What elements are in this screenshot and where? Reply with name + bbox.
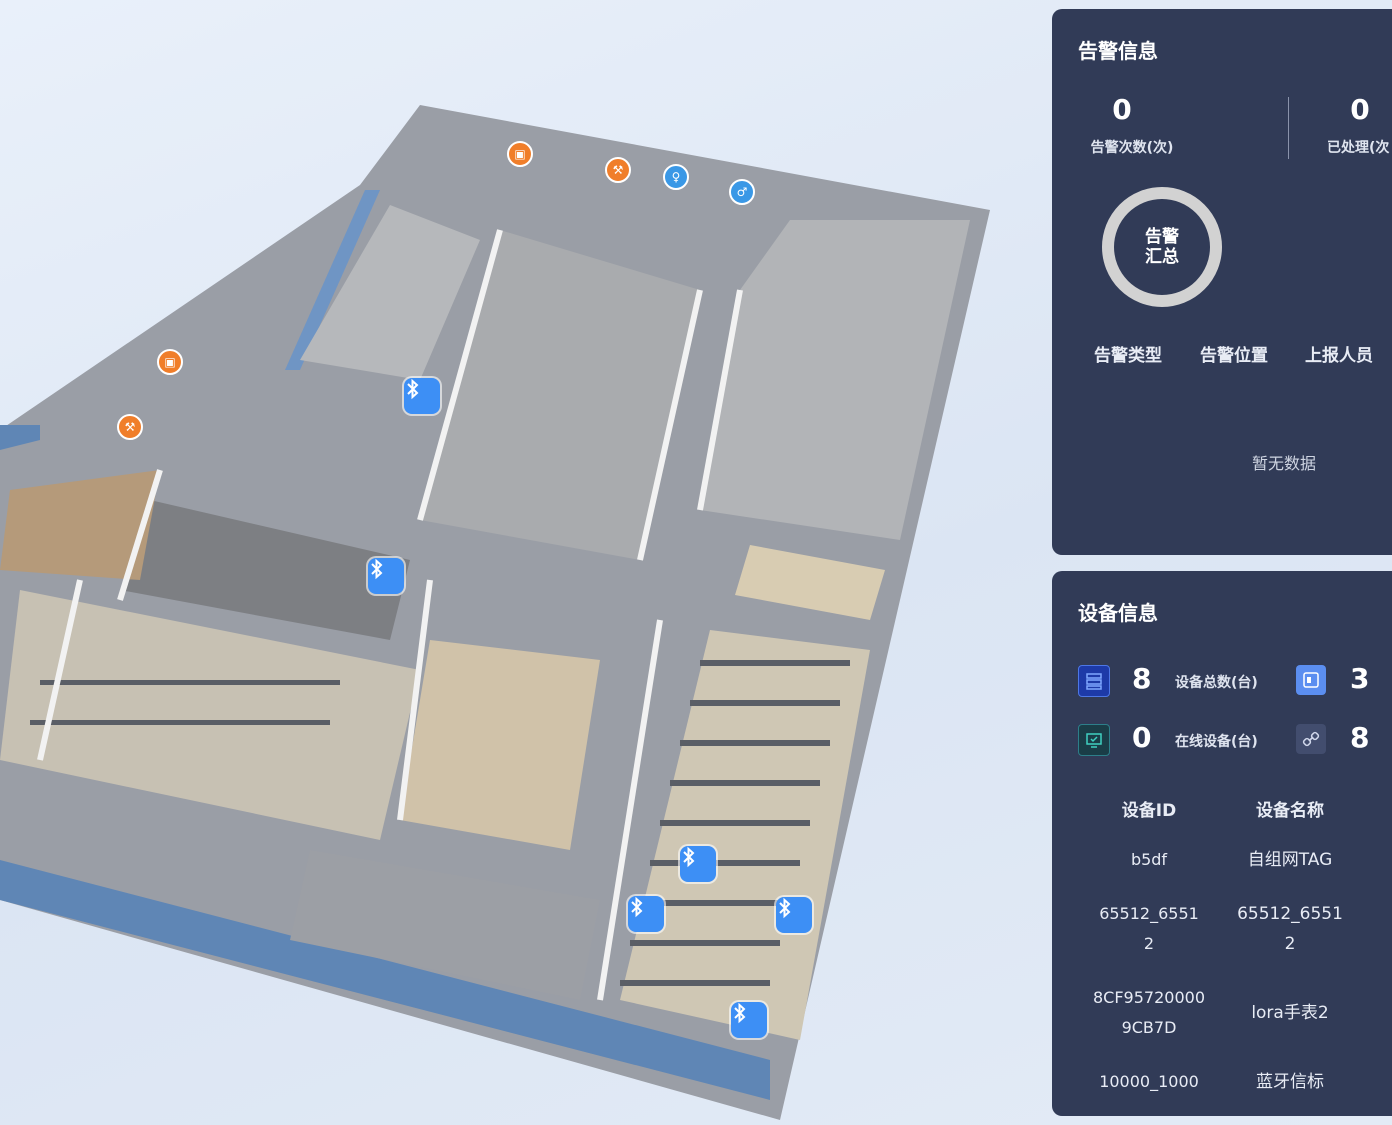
- total-devices-label: 设备总数(台): [1175, 675, 1258, 691]
- monitor-icon: [1078, 724, 1110, 756]
- bluetooth-beacon-marker[interactable]: [731, 1002, 767, 1038]
- table-header-device-id: 设备ID: [1121, 801, 1177, 821]
- bluetooth-icon: [683, 846, 695, 868]
- alarm-count-value: 0: [1112, 93, 1132, 126]
- bluetooth-icon: [779, 897, 791, 919]
- total-devices-value: 8: [1132, 662, 1152, 695]
- linked-devices-value: 8: [1350, 721, 1370, 754]
- handled-count-value: 0: [1350, 93, 1370, 126]
- device-name-cell: 65512_65512: [1237, 904, 1343, 954]
- alarm-info-panel: 告警信息 0 告警次数(次) 0 已处理(次 告警汇总 告警类型 告警位置 上报…: [1052, 9, 1392, 555]
- bluetooth-beacon-marker[interactable]: [628, 896, 664, 932]
- alarm-panel-title: 告警信息: [1078, 39, 1158, 63]
- table-header-device-name: 设备名称: [1256, 801, 1324, 821]
- donut-center-label: 告警汇总: [1145, 227, 1179, 267]
- device-type-count-value: 3: [1350, 662, 1370, 695]
- device-id-cell: 10000_1000: [1099, 1072, 1199, 1091]
- alarm-summary-donut: 告警汇总: [1102, 187, 1222, 307]
- column-reporter: 上报人员: [1305, 346, 1373, 366]
- online-devices-label: 在线设备(台): [1175, 734, 1258, 750]
- elevator-icon[interactable]: ▣: [157, 349, 183, 375]
- bluetooth-beacon-marker[interactable]: [680, 846, 716, 882]
- bluetooth-beacon-marker[interactable]: [404, 378, 440, 414]
- alarm-count-label: 告警次数(次): [1090, 140, 1174, 156]
- bluetooth-icon: [407, 378, 419, 400]
- empty-state-text: 暂无数据: [1252, 454, 1317, 473]
- bluetooth-icon: [734, 1002, 746, 1024]
- stats-divider: [1288, 97, 1289, 159]
- link-icon: [1296, 724, 1326, 754]
- device-card-icon: [1296, 665, 1326, 695]
- device-id-cell: 8CF957200009CB7D: [1093, 988, 1205, 1037]
- restroom-female-icon[interactable]: ♀: [663, 164, 689, 190]
- office-rooms-center: [400, 640, 600, 850]
- bluetooth-icon: [631, 896, 643, 918]
- server-icon: [1078, 665, 1110, 697]
- device-id-cell: 65512_65512: [1099, 904, 1199, 953]
- elevator-icon[interactable]: ▣: [507, 141, 533, 167]
- building-floorplan: [0, 105, 990, 1120]
- device-name-cell: 自组网TAG: [1247, 850, 1333, 870]
- bluetooth-beacon-marker[interactable]: [368, 558, 404, 594]
- handled-count-label: 已处理(次: [1327, 140, 1390, 156]
- stairs-icon[interactable]: ⚒: [605, 157, 631, 183]
- device-name-cell: 蓝牙信标: [1256, 1072, 1324, 1092]
- column-alarm-location: 告警位置: [1200, 346, 1268, 366]
- online-devices-value: 0: [1132, 721, 1152, 754]
- bluetooth-icon: [371, 558, 383, 580]
- device-info-panel: 设备信息 8 设备总数(台) 3 0 在线设备(台) 8 设备ID 设备名称 b…: [1052, 571, 1392, 1116]
- restroom-male-icon[interactable]: ♂: [729, 179, 755, 205]
- column-alarm-type: 告警类型: [1094, 346, 1162, 366]
- device-id-cell: b5df: [1130, 850, 1168, 869]
- device-name-cell: lora手表2: [1251, 1003, 1329, 1023]
- bluetooth-beacon-marker[interactable]: [776, 897, 812, 933]
- device-panel-title: 设备信息: [1078, 601, 1158, 625]
- stairs-icon[interactable]: ⚒: [117, 414, 143, 440]
